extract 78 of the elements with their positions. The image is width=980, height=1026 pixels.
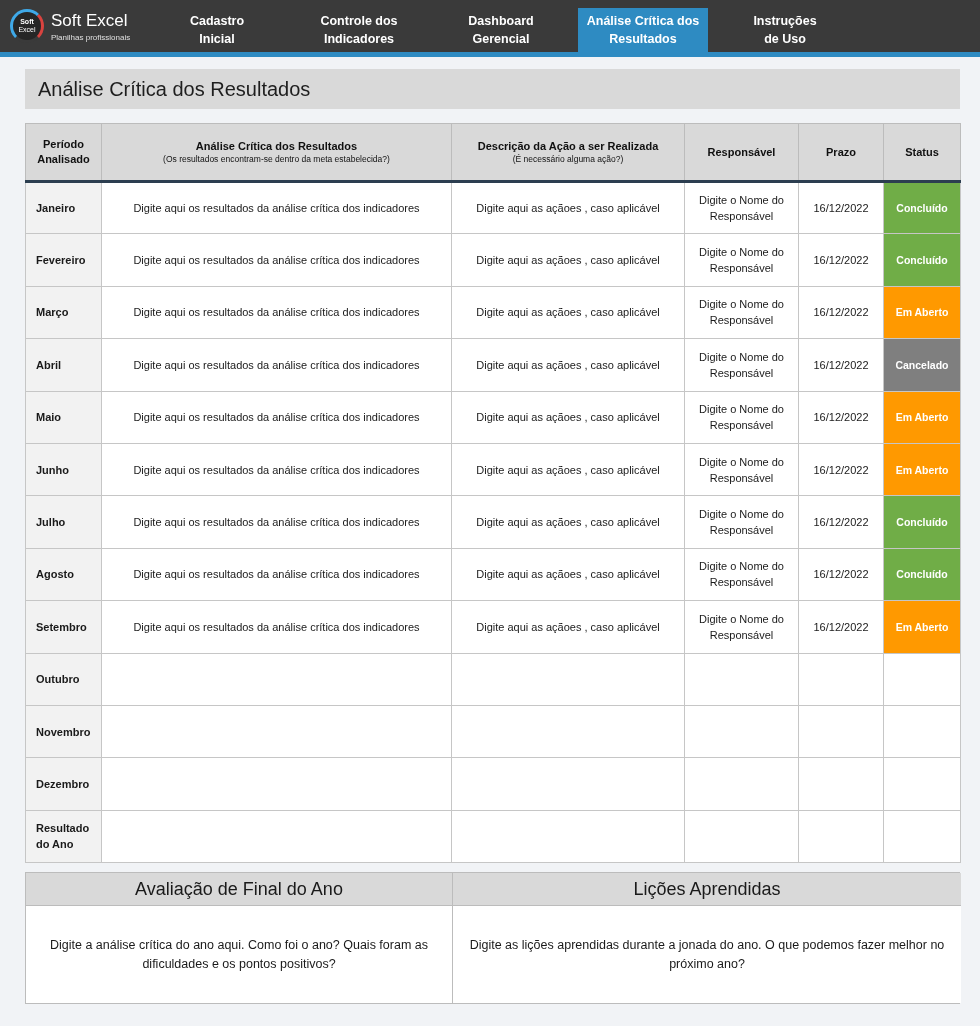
table-cell: Digite aqui os resultados da análise crítica dos indicadores [101,548,452,601]
period-cell: Julho [25,495,102,549]
table-cell: Digite aqui as açãoes , caso aplicável [451,286,685,339]
table-cell: Digite o Nome do Responsável [684,233,799,287]
brand-tagline: Planilhas profissionais [51,32,131,42]
nav-tab[interactable]: Análise Crítica dos Resultados [578,8,708,52]
table-cell: Digite aqui os resultados da análise crítica dos indicadores [101,495,452,549]
table-cell: Digite o Nome do Responsável [684,286,799,339]
panel-title: Avaliação de Final do Ano [26,873,452,907]
table-cell: Digite o Nome do Responsável [684,391,799,444]
column-header: Status [883,123,961,182]
period-cell: Março [25,286,102,339]
status-cell: Em Aberto [883,443,961,496]
table-cell: 16/12/2022 [798,391,884,444]
nav-tab[interactable]: Controle dos Indicadores [294,8,424,52]
column-subtitle: (É necessário alguma ação?) [511,154,625,165]
period-cell: Novembro [25,705,102,758]
brand-name: Soft Excel [51,10,129,30]
period-cell: Resultado do Ano [25,810,102,863]
table-cell: Digite o Nome do Responsável [684,495,799,549]
table-cell: Digite aqui as açãoes , caso aplicável [451,548,685,601]
table-cell: Digite aqui as açãoes , caso aplicável [451,391,685,444]
table-cell: Digite o Nome do Responsável [684,548,799,601]
table-cell: Digite aqui as açãoes , caso aplicável [451,495,685,549]
period-cell: Fevereiro [25,233,102,287]
status-cell: Concluído [883,233,961,287]
period-cell: Janeiro [25,181,102,234]
column-header: Período Analisado [25,123,102,182]
table-cell: 16/12/2022 [798,181,884,234]
status-cell: Em Aberto [883,600,961,653]
status-cell: Em Aberto [883,391,961,444]
table-cell: Digite aqui as açãoes , caso aplicável [451,181,685,234]
table-cell: Digite aqui os resultados da análise crítica dos indicadores [101,600,452,653]
column-title: Descrição da Ação a ser Realizada [476,139,660,154]
nav-tab[interactable]: Instruções de Uso [720,8,850,52]
table-cell: 16/12/2022 [798,443,884,496]
column-subtitle: (Os resultados encontram-se dentro da meta estabelecida?) [162,154,391,165]
table-cell: Digite aqui as açãoes , caso aplicável [451,600,685,653]
period-cell: Dezembro [25,757,102,811]
table-cell: Digite aqui os resultados da análise crítica dos indicadores [101,233,452,287]
table-cell: Digite o Nome do Responsável [684,600,799,653]
period-cell: Abril [25,338,102,392]
status-cell: Em Aberto [883,286,961,339]
table-cell: Digite aqui os resultados da análise crítica dos indicadores [101,391,452,444]
status-cell: Concluído [883,181,961,234]
table-cell: 16/12/2022 [798,233,884,287]
panel-text: Digite a análise crítica do ano aqui. Como foi o ano? Quais foram as dificuldades e os pontos positivos? [26,906,452,1004]
panel-text: Digite as lições aprendidas durante a jonada do ano. O que podemos fazer melhor no próximo ano? [453,906,961,1004]
nav-tab[interactable]: Cadastro Inicial [152,8,282,52]
period-cell: Junho [25,443,102,496]
table-cell: Digite aqui os resultados da análise crítica dos indicadores [101,286,452,339]
status-cell: Cancelado [883,338,961,392]
column-header: Prazo [798,123,884,182]
table-cell: Digite aqui os resultados da análise crítica dos indicadores [101,338,452,392]
period-cell: Agosto [25,548,102,601]
column-title: Análise Crítica dos Resultados [194,139,359,154]
column-header: Responsável [684,123,799,182]
table-cell: 16/12/2022 [798,286,884,339]
period-cell: Setembro [25,600,102,653]
table-cell: Digite aqui as açãoes , caso aplicável [451,233,685,287]
table-cell: 16/12/2022 [798,338,884,392]
table-cell: Digite o Nome do Responsável [684,338,799,392]
status-cell: Concluído [883,495,961,549]
nav-tab[interactable]: Dashboard Gerencial [436,8,566,52]
table-cell: 16/12/2022 [798,495,884,549]
table-cell: Digite aqui as açãoes , caso aplicável [451,443,685,496]
table-cell: Digite aqui os resultados da análise crítica dos indicadores [101,181,452,234]
page-title: Análise Crítica dos Resultados [25,69,960,109]
table-cell: Digite aqui os resultados da análise crítica dos indicadores [101,443,452,496]
period-cell: Outubro [25,653,102,706]
table-cell: Digite aqui as açãoes , caso aplicável [451,338,685,392]
period-cell: Maio [25,391,102,444]
table-cell: Digite o Nome do Responsável [684,181,799,234]
table-cell: Digite o Nome do Responsável [684,443,799,496]
panel-title: Lições Aprendidas [453,873,961,907]
status-cell: Concluído [883,548,961,601]
table-cell: 16/12/2022 [798,600,884,653]
table-cell: 16/12/2022 [798,548,884,601]
